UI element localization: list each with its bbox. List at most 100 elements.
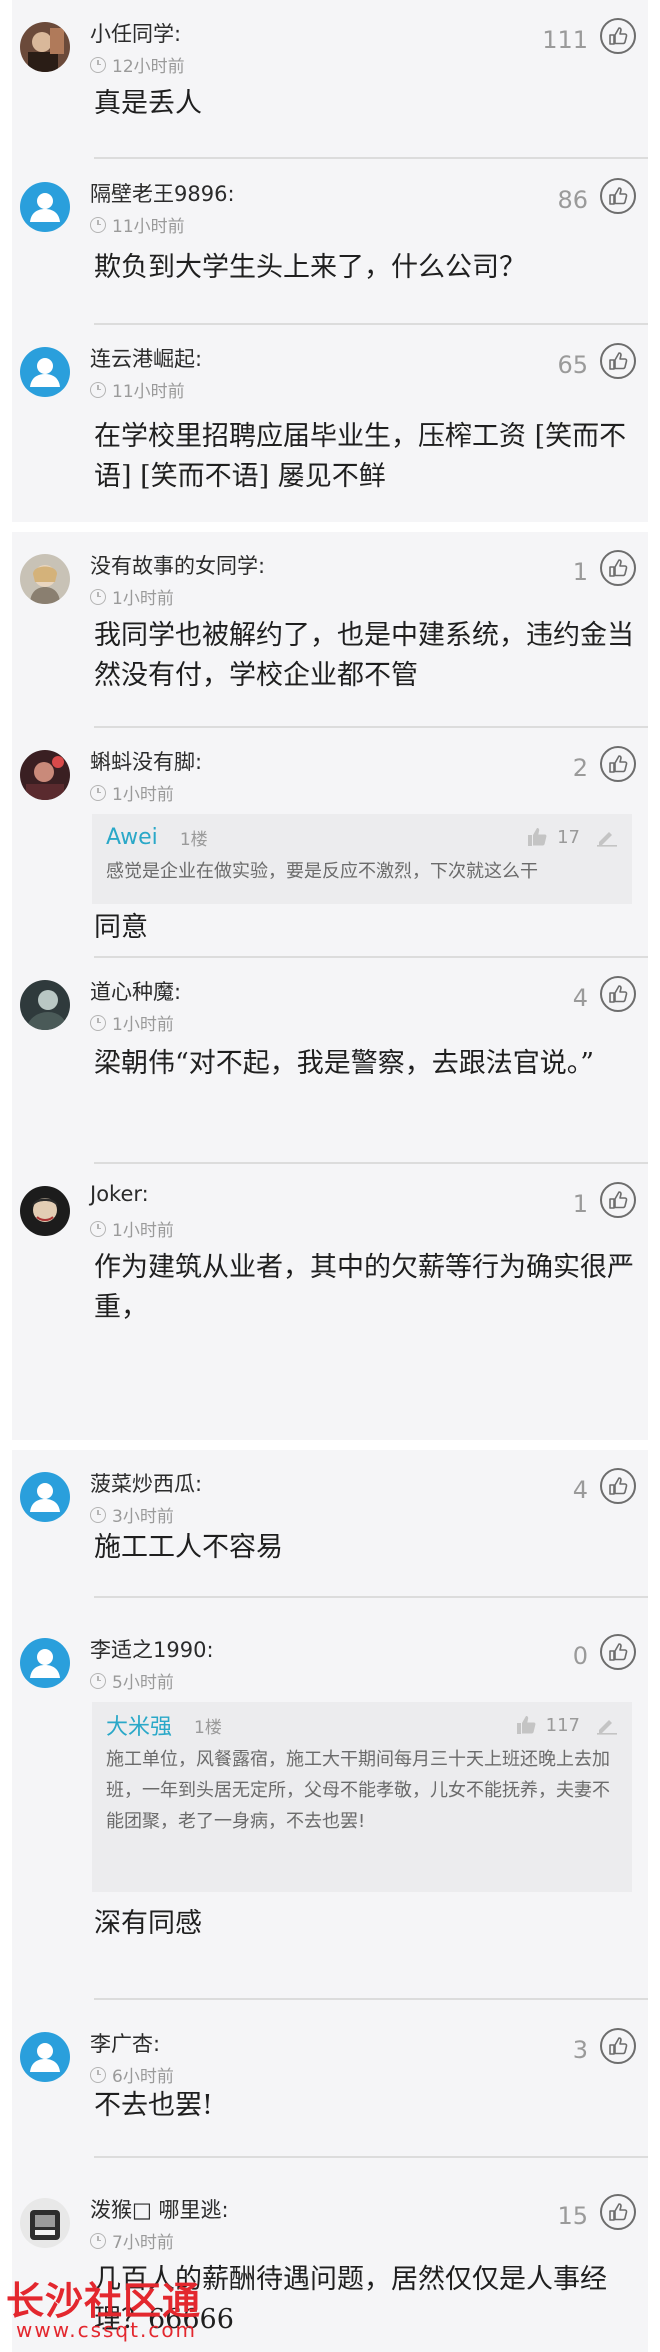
time-label: 7小时前 <box>112 2233 174 2253</box>
thumbs-up-icon[interactable] <box>600 976 636 1012</box>
like-count: 4 <box>572 1476 588 1504</box>
timestamp: 1小时前 <box>90 1216 174 1241</box>
username[interactable]: 泼猴□ 哪里逃: <box>90 2194 229 2224</box>
thumbs-up-icon[interactable] <box>600 18 636 54</box>
thumbs-up-icon <box>528 828 547 846</box>
username[interactable]: 道心种魔: <box>90 976 181 1006</box>
thumbs-up-icon[interactable] <box>600 1468 636 1504</box>
avatar[interactable] <box>20 347 70 397</box>
comment-item: 道心种魔: 1小时前 4 梁朝伟“对不起，我是警察，去跟法官说。” <box>12 958 648 1164</box>
username[interactable]: Joker: <box>90 1182 149 1206</box>
comment-text: 深有同感 <box>94 1908 202 1939</box>
quote-likes[interactable]: 17 <box>527 827 580 848</box>
comment-card: 没有故事的女同学: 1小时前 1 我同学也被解约了，也是中建系统，违约金当然没有… <box>12 532 648 1440</box>
timestamp: 1小时前 <box>90 780 174 805</box>
timestamp: 5小时前 <box>90 1668 174 1693</box>
clock-icon <box>90 56 106 73</box>
like-count: 111 <box>542 26 588 54</box>
time-label: 1小时前 <box>112 1221 174 1241</box>
like-count: 15 <box>557 2202 588 2230</box>
comment-card: 小任同学: 12小时前 111 真是丢人 隔壁老王9896: 11小时前 86 … <box>12 0 648 522</box>
thumbs-up-icon[interactable] <box>600 550 636 586</box>
timestamp: 11小时前 <box>90 212 185 237</box>
avatar[interactable] <box>20 1186 70 1236</box>
time-label: 1小时前 <box>112 1015 174 1035</box>
username[interactable]: 隔壁老王9896: <box>90 178 235 208</box>
username[interactable]: 蝌蚪没有脚: <box>90 746 202 776</box>
like-count: 86 <box>557 186 588 214</box>
avatar[interactable] <box>20 980 70 1030</box>
thumbs-up-icon[interactable] <box>600 1182 636 1218</box>
thumbs-up-icon[interactable] <box>600 2028 636 2064</box>
quote-header: Awei 1楼 17 <box>106 820 618 854</box>
comment-text: 真是丢人 <box>94 88 202 119</box>
avatar[interactable] <box>20 2032 70 2082</box>
thumbs-up-icon[interactable] <box>600 343 636 379</box>
comment-text: 在学校里招聘应届毕业生，压榨工资 [笑而不语] [笑而不语] 屡见不鲜 <box>94 421 627 492</box>
time-label: 1小时前 <box>112 785 174 805</box>
comment-text: 作为建筑从业者，其中的欠薪等行为确实很严重， <box>94 1252 634 1323</box>
time-label: 1小时前 <box>112 589 174 609</box>
comment-item: 没有故事的女同学: 1小时前 1 我同学也被解约了，也是中建系统，违约金当然没有… <box>12 532 648 728</box>
comment-item: 连云港崛起: 11小时前 65 在学校里招聘应届毕业生，压榨工资 [笑而不语] … <box>12 325 648 522</box>
username[interactable]: 没有故事的女同学: <box>90 550 265 580</box>
avatar[interactable] <box>20 1472 70 1522</box>
like-count: 1 <box>572 558 588 586</box>
clock-icon <box>90 381 106 398</box>
timestamp: 12小时前 <box>90 52 185 77</box>
timestamp: 11小时前 <box>90 377 185 402</box>
avatar[interactable] <box>20 750 70 800</box>
pencil-icon[interactable] <box>596 1715 618 1735</box>
like-count: 2 <box>572 754 588 782</box>
quote-text: 施工单位，风餐露宿，施工大干期间每月三十天上班还晚上去加班，一年到头居无定所，父… <box>106 1749 610 1832</box>
clock-icon <box>90 1014 106 1031</box>
quote-text: 感觉是企业在做实验，要是反应不激烈，下次就这么干 <box>106 861 538 882</box>
divider <box>94 1596 648 1598</box>
comment-item: 李适之1990: 5小时前 0 大米强 1楼 117 施工单位，风餐露宿，施工大… <box>12 1616 648 2010</box>
quote-likes[interactable]: 117 <box>516 1715 580 1736</box>
timestamp: 7小时前 <box>90 2228 174 2253</box>
comment-item: Joker: 1小时前 1 作为建筑从业者，其中的欠薪等行为确实很严重， <box>12 1164 648 1440</box>
username[interactable]: 菠菜炒西瓜: <box>90 1468 202 1498</box>
avatar[interactable] <box>20 182 70 232</box>
comment-item: 蝌蚪没有脚: 1小时前 2 Awei 1楼 17 感觉是企业在做实验，要是反应不… <box>12 728 648 958</box>
comment-item: 小任同学: 12小时前 111 真是丢人 <box>12 0 648 160</box>
clock-icon <box>90 1672 106 1689</box>
like-count: 3 <box>572 2036 588 2064</box>
comment-card: 菠菜炒西瓜: 3小时前 4 施工工人不容易 李适之1990: 5小时前 0 大米… <box>12 1450 648 2352</box>
timestamp: 3小时前 <box>90 1502 174 1527</box>
time-label: 3小时前 <box>112 1507 174 1527</box>
username[interactable]: 小任同学: <box>90 18 181 48</box>
clock-icon <box>90 216 106 233</box>
username[interactable]: 连云港崛起: <box>90 343 202 373</box>
like-count: 1 <box>572 1190 588 1218</box>
pencil-icon[interactable] <box>596 827 618 847</box>
quoted-reply: Awei 1楼 17 感觉是企业在做实验，要是反应不激烈，下次就这么干 <box>92 814 632 904</box>
like-count: 0 <box>572 1642 588 1670</box>
avatar[interactable] <box>20 1638 70 1688</box>
divider <box>94 157 648 159</box>
time-label: 12小时前 <box>112 57 185 77</box>
clock-icon <box>90 588 106 605</box>
quote-username[interactable]: 大米强 <box>106 1709 172 1741</box>
username[interactable]: 李广杏: <box>90 2028 160 2058</box>
quote-like-count: 17 <box>557 826 580 848</box>
thumbs-up-icon[interactable] <box>600 178 636 214</box>
thumbs-up-icon[interactable] <box>600 1634 636 1670</box>
comment-text: 同意 <box>94 912 148 943</box>
avatar[interactable] <box>20 2198 70 2248</box>
avatar[interactable] <box>20 554 70 604</box>
thumbs-up-icon[interactable] <box>600 746 636 782</box>
timestamp: 1小时前 <box>90 1010 174 1035</box>
quote-header: 大米强 1楼 117 <box>106 1708 618 1742</box>
clock-icon <box>90 2232 106 2249</box>
thumbs-up-icon[interactable] <box>600 2194 636 2230</box>
time-label: 11小时前 <box>112 382 185 402</box>
clock-icon <box>90 2066 106 2083</box>
comment-text: 我同学也被解约了，也是中建系统，违约金当然没有付，学校企业都不管 <box>94 620 634 691</box>
clock-icon <box>90 784 106 801</box>
avatar[interactable] <box>20 22 70 72</box>
like-count: 65 <box>557 351 588 379</box>
quote-username[interactable]: Awei <box>106 825 158 850</box>
username[interactable]: 李适之1990: <box>90 1634 214 1664</box>
